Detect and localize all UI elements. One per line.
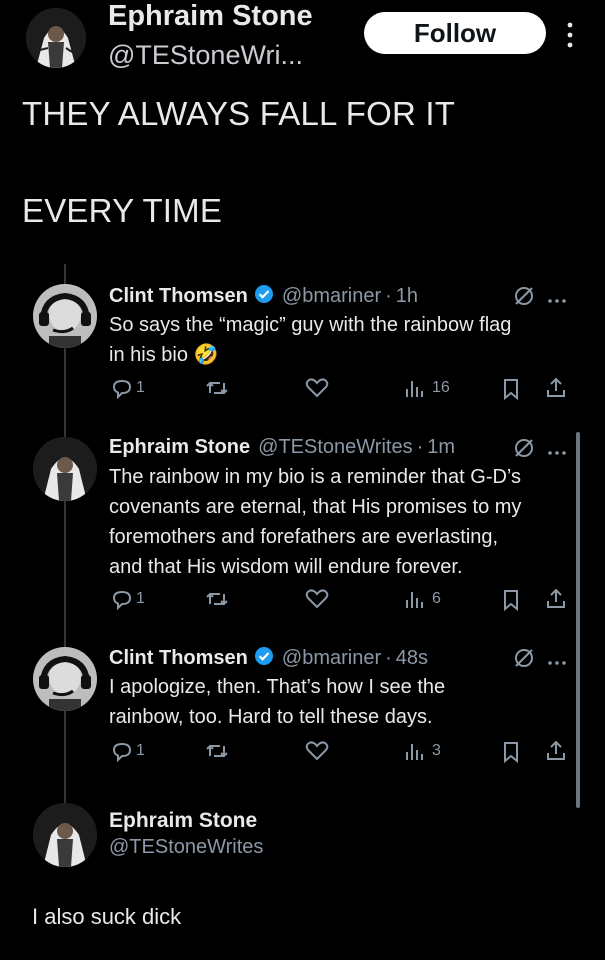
grok-slash-icon[interactable] <box>512 646 536 675</box>
verified-badge-icon <box>254 646 274 671</box>
reply-avatar[interactable] <box>33 437 97 501</box>
reply-count: 1 <box>136 590 145 607</box>
views-count: 16 <box>432 379 450 396</box>
reply-header: Clint Thomsen @bmariner · 1h <box>109 284 419 309</box>
heart-icon <box>304 377 330 399</box>
reply-handle[interactable]: @bmariner <box>282 647 381 670</box>
share-icon[interactable] <box>544 376 568 405</box>
reply-author-name[interactable]: Clint Thomsen <box>109 647 248 670</box>
reply-icon <box>110 740 134 762</box>
reply-avatar[interactable] <box>33 284 97 348</box>
author-avatar[interactable] <box>26 8 86 68</box>
reply-body-line: foremothers and forefathers are everlast… <box>109 526 499 548</box>
follow-button[interactable]: Follow <box>364 12 546 54</box>
reply-header: Ephraim Stone @TEStoneWrites · 1m <box>109 436 456 459</box>
reply-body: So says the “magic” guy with the rainbow… <box>109 310 569 370</box>
reply-body-line: I apologize, then. That’s how I see the <box>109 676 446 698</box>
repost-action[interactable] <box>204 377 230 399</box>
reply-header: Clint Thomsen @bmariner · 48s <box>109 646 429 671</box>
views-icon <box>404 377 426 399</box>
reply-action[interactable]: 1 <box>110 740 145 762</box>
share-icon[interactable] <box>544 739 568 768</box>
repost-icon <box>204 740 230 762</box>
like-action[interactable] <box>304 377 330 399</box>
final-avatar[interactable] <box>33 803 97 867</box>
like-action[interactable] <box>304 588 330 610</box>
bookmark-icon[interactable] <box>500 378 522 405</box>
reply-body-line: and that His wisdom will endure forever. <box>109 556 463 578</box>
reply-body-line: The rainbow in my bio is a reminder that… <box>109 466 522 488</box>
more-icon[interactable] <box>546 654 568 672</box>
views-count: 6 <box>432 590 441 607</box>
post-text-line-1: THEY ALWAYS FALL FOR IT <box>22 95 456 132</box>
reply-time[interactable]: 48s <box>396 647 428 670</box>
views-action[interactable]: 6 <box>404 588 441 610</box>
grok-slash-icon[interactable] <box>512 284 536 313</box>
vertical-dots-icon[interactable] <box>560 18 580 52</box>
heart-icon <box>304 740 330 762</box>
bookmark-icon[interactable] <box>500 589 522 616</box>
reply-body: I apologize, then. That’s how I see the … <box>109 672 569 732</box>
reply-body-line: in his bio 🤣 <box>109 344 219 366</box>
repost-icon <box>204 588 230 610</box>
author-name[interactable]: Ephraim Stone <box>108 0 313 33</box>
repost-action[interactable] <box>204 740 230 762</box>
reply-icon <box>110 588 134 610</box>
views-count: 3 <box>432 742 441 759</box>
more-icon[interactable] <box>546 444 568 462</box>
reply-avatar[interactable] <box>33 647 97 711</box>
reply-body-line: covenants are eternal, that His promises… <box>109 496 522 518</box>
repost-icon <box>204 377 230 399</box>
reply-action[interactable]: 1 <box>110 377 145 399</box>
repost-action[interactable] <box>204 588 230 610</box>
reply-author-name[interactable]: Ephraim Stone <box>109 436 250 459</box>
views-action[interactable]: 3 <box>404 740 441 762</box>
more-icon[interactable] <box>546 292 568 310</box>
reply-body-line: rainbow, too. Hard to tell these days. <box>109 706 433 728</box>
like-action[interactable] <box>304 740 330 762</box>
reply-time[interactable]: 1h <box>396 285 418 308</box>
views-icon <box>404 588 426 610</box>
reply-handle[interactable]: @TEStoneWrites <box>258 436 412 459</box>
grok-slash-icon[interactable] <box>512 436 536 465</box>
share-icon[interactable] <box>544 587 568 616</box>
reply-count: 1 <box>136 742 145 759</box>
reply-action[interactable]: 1 <box>110 588 145 610</box>
final-author-handle[interactable]: @TEStoneWrites <box>109 836 263 859</box>
reply-handle[interactable]: @bmariner <box>282 285 381 308</box>
reply-count: 1 <box>136 379 145 396</box>
verified-badge-icon <box>254 284 274 309</box>
author-handle[interactable]: @TEStoneWri... <box>108 40 303 71</box>
final-author-name[interactable]: Ephraim Stone <box>109 809 257 833</box>
final-reply-text: I also suck dick <box>32 904 182 929</box>
views-icon <box>404 740 426 762</box>
reply-body: The rainbow in my bio is a reminder that… <box>109 462 579 582</box>
reply-body-line: So says the “magic” guy with the rainbow… <box>109 314 512 336</box>
reply-icon <box>110 377 134 399</box>
reply-author-name[interactable]: Clint Thomsen <box>109 285 248 308</box>
reply-time[interactable]: 1m <box>427 436 455 459</box>
bookmark-icon[interactable] <box>500 741 522 768</box>
views-action[interactable]: 16 <box>404 377 450 399</box>
post-text-line-2: EVERY TIME <box>22 192 223 229</box>
heart-icon <box>304 588 330 610</box>
